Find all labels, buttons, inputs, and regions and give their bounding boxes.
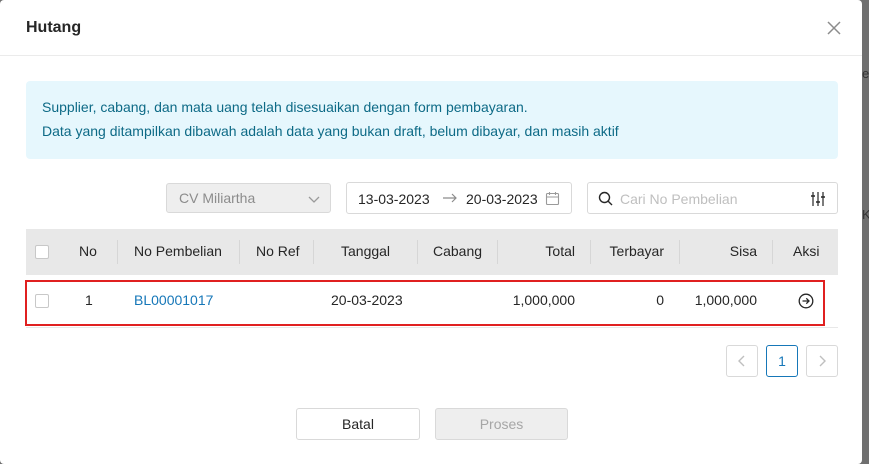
- column-header: Total: [545, 243, 575, 259]
- filter-sliders-icon[interactable]: [810, 191, 826, 207]
- row-checkbox[interactable]: [35, 294, 49, 308]
- column-header: Tanggal: [341, 243, 391, 259]
- column-header: Cabang: [433, 243, 483, 259]
- supplier-select[interactable]: CV Miliartha: [166, 183, 331, 213]
- close-button[interactable]: [824, 18, 844, 38]
- cell-total: 1,000,000: [512, 292, 575, 308]
- table-header: No No Pembelian No Ref Tanggal Cabang To…: [26, 229, 838, 275]
- date-start[interactable]: 13-03-2023: [358, 191, 430, 207]
- date-end[interactable]: 20-03-2023: [466, 191, 538, 207]
- purchase-table: No No Pembelian No Ref Tanggal Cabang To…: [26, 229, 838, 328]
- column-header: Sisa: [729, 243, 757, 259]
- select-all-checkbox[interactable]: [35, 245, 49, 259]
- cell-sisa: 1,000,000: [694, 292, 757, 308]
- next-page-button[interactable]: [806, 345, 838, 377]
- column-header: No Pembelian: [134, 243, 222, 259]
- cell-terbayar: 0: [656, 292, 664, 308]
- table-row: 1 BL00001017 20-03-2023 1,000,000 0 1,00…: [26, 275, 838, 328]
- prev-page-button[interactable]: [726, 345, 758, 377]
- calendar-icon: [545, 192, 560, 206]
- info-alert: Supplier, cabang, dan mata uang telah di…: [26, 81, 838, 159]
- info-line: Supplier, cabang, dan mata uang telah di…: [42, 99, 528, 115]
- close-icon: [827, 21, 841, 35]
- search-icon: [598, 191, 613, 206]
- hutang-modal: Hutang Supplier, cabang, dan mata uang t…: [0, 0, 862, 464]
- proses-button[interactable]: Proses: [435, 408, 568, 440]
- column-header: No: [79, 243, 97, 259]
- chevron-left-icon: [738, 355, 745, 367]
- chevron-down-icon: [308, 196, 320, 203]
- arrow-circle-right-icon[interactable]: [798, 293, 814, 309]
- search-box[interactable]: [587, 182, 838, 214]
- supplier-select-value: CV Miliartha: [179, 190, 256, 206]
- column-header: Aksi: [793, 243, 820, 259]
- modal-title: Hutang: [26, 19, 82, 36]
- cell-no: 1: [85, 292, 93, 308]
- purchase-number-link[interactable]: BL00001017: [134, 292, 213, 308]
- cell-tanggal: 20-03-2023: [331, 292, 403, 308]
- modal-header: Hutang: [0, 0, 862, 56]
- background-fragment: Ke: [862, 207, 869, 222]
- background-fragment: el: [862, 66, 869, 81]
- date-range-picker[interactable]: 13-03-2023 20-03-2023: [346, 182, 572, 214]
- column-header: Terbayar: [609, 243, 664, 259]
- page-1-button[interactable]: 1: [766, 345, 798, 377]
- cancel-button[interactable]: Batal: [296, 408, 420, 440]
- search-input[interactable]: [618, 188, 802, 210]
- arrow-right-icon: [443, 193, 457, 203]
- chevron-right-icon: [819, 355, 826, 367]
- column-header: No Ref: [256, 243, 300, 259]
- info-line: Data yang ditampilkan dibawah adalah dat…: [42, 123, 619, 139]
